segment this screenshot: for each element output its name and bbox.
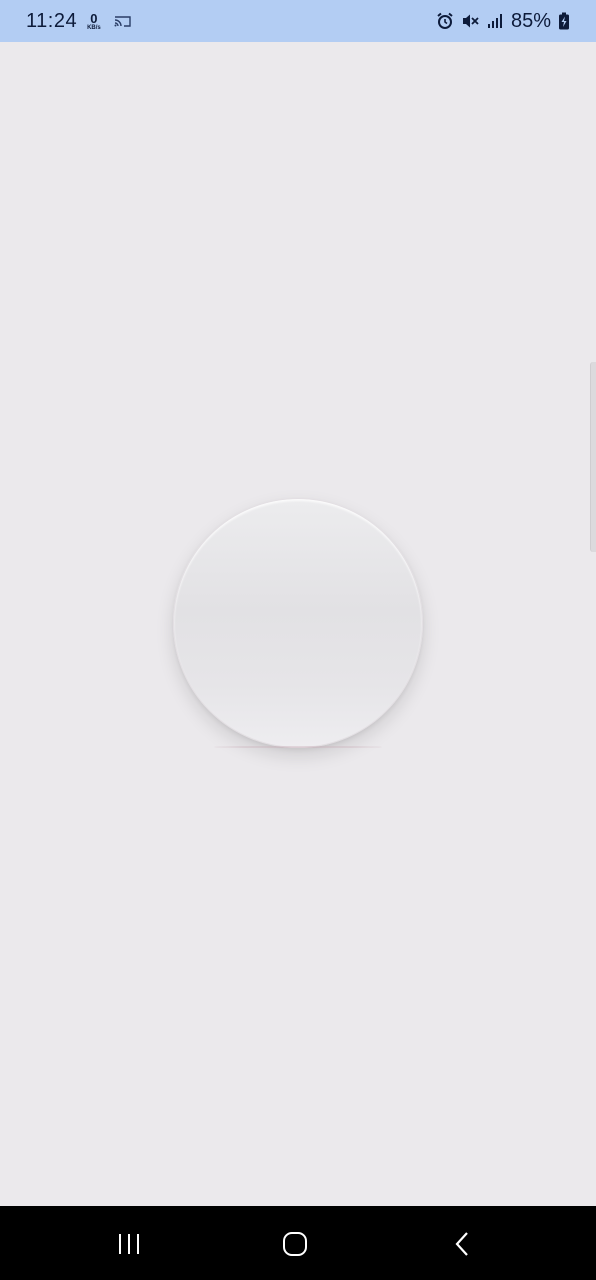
cast-icon: [114, 16, 131, 27]
home-icon: [283, 1232, 307, 1256]
recents-icon: [119, 1234, 139, 1254]
alarm-icon: [437, 12, 453, 29]
navigation-bar: [0, 1206, 596, 1280]
edge-panel-handle[interactable]: [590, 362, 596, 552]
network-speed-indicator: 0 KB/s: [87, 12, 101, 31]
status-time: 11:24: [26, 9, 78, 32]
home-button[interactable]: [280, 1230, 310, 1258]
network-speed-value: 0: [90, 10, 98, 26]
main-content: [0, 42, 596, 1206]
neumorphic-round-button[interactable]: [173, 498, 423, 748]
status-left-group: 11:24 0 KB/s: [26, 10, 133, 33]
battery-charging-icon: [559, 12, 569, 30]
network-speed-unit: KB/s: [87, 24, 101, 31]
status-bar: 11:24 0 KB/s 85%: [0, 0, 596, 42]
battery-percent: 85%: [510, 9, 551, 32]
back-button[interactable]: [447, 1230, 477, 1258]
back-icon: [455, 1232, 468, 1256]
signal-icon: [487, 14, 502, 28]
status-right-group: 85%: [436, 10, 570, 33]
recents-button[interactable]: [114, 1230, 144, 1258]
mute-icon: [462, 14, 479, 28]
